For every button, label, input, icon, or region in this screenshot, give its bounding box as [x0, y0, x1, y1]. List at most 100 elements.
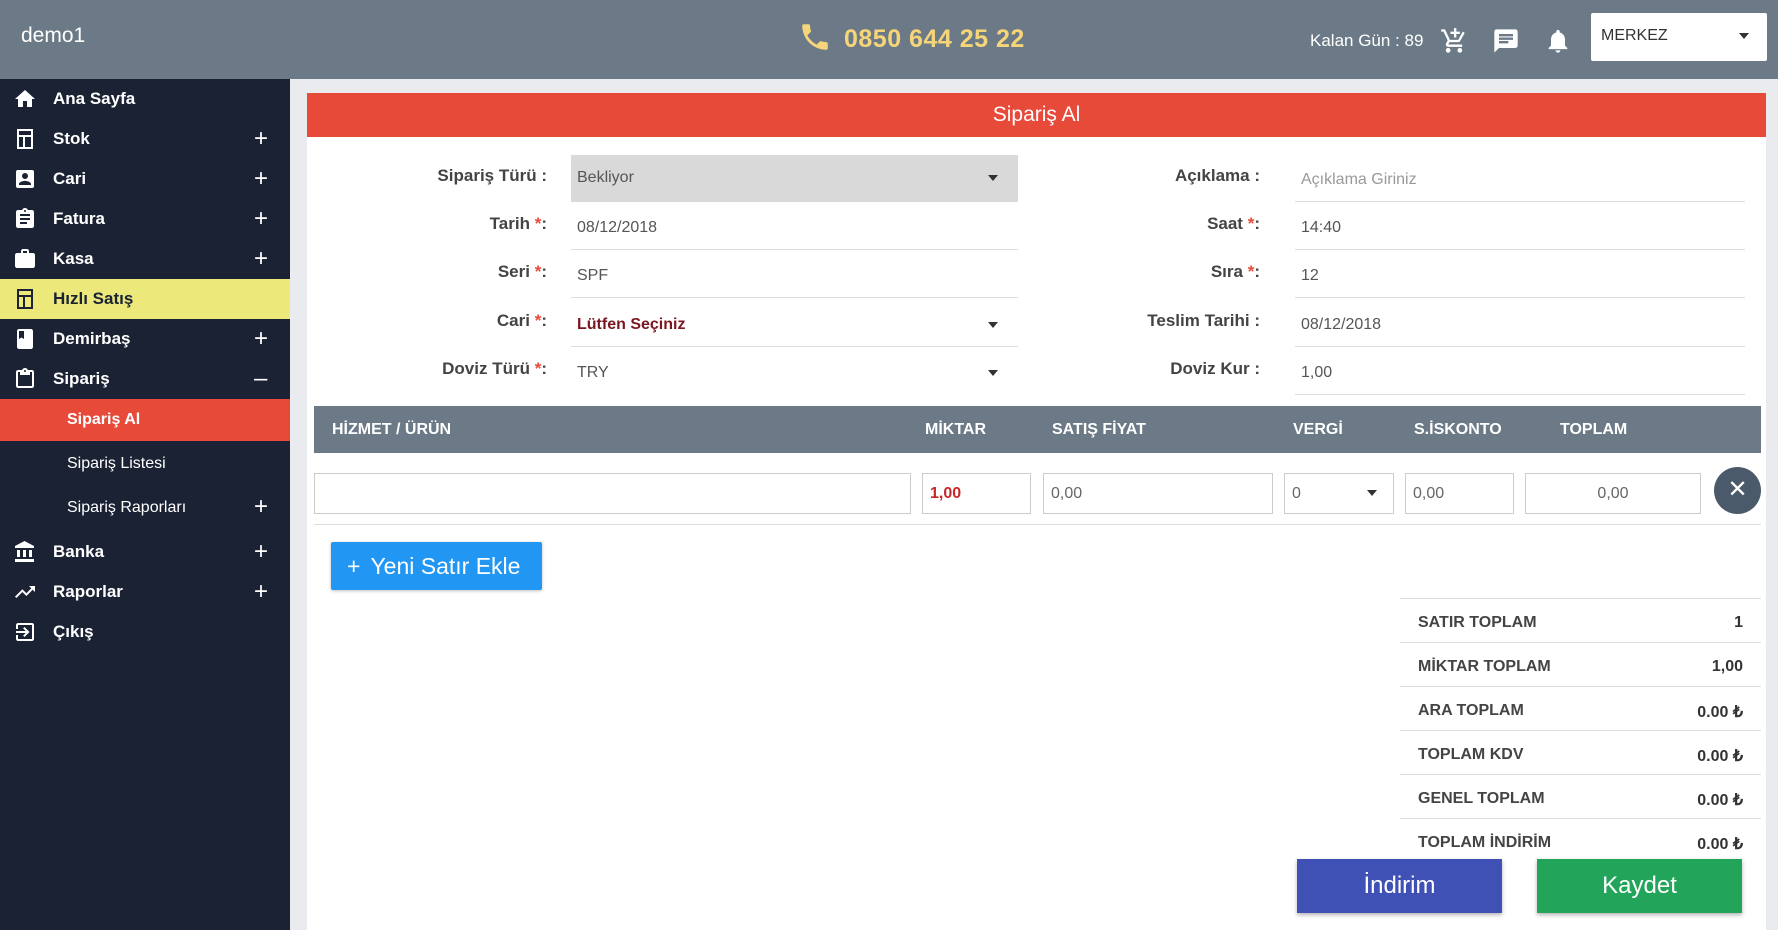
row-divider — [314, 524, 1761, 525]
account-value: Lütfen Seçiniz — [577, 316, 686, 333]
cart-icon[interactable] — [1440, 27, 1468, 55]
sidebar-item-stok[interactable]: Stok + — [0, 119, 290, 159]
time-field[interactable]: 14:40 — [1295, 205, 1745, 250]
col-header-discount: S.İSKONTO — [1414, 421, 1502, 438]
sequence-field[interactable]: 12 — [1295, 253, 1745, 298]
sidebar-subitem-siparis-al[interactable]: Sipariş Al — [0, 399, 290, 441]
sidebar-item-fatura[interactable]: Fatura + — [0, 199, 290, 239]
order-panel: Sipariş Al Sipariş Türü : Tarih *: Seri … — [307, 93, 1766, 930]
tax-select[interactable]: 0 — [1284, 473, 1394, 514]
message-icon[interactable] — [1492, 27, 1520, 55]
phone-number: 0850 644 25 22 — [844, 25, 1025, 53]
sidebar-subitem-label: Sipariş Listesi — [67, 455, 166, 472]
description-label: Açıklama : — [1174, 166, 1260, 185]
sidebar-subitem-label: Sipariş Raporları — [67, 499, 187, 516]
expand-icon[interactable]: + — [254, 578, 268, 606]
briefcase-icon — [12, 247, 38, 271]
brand-name[interactable]: demo1 — [21, 24, 85, 48]
expand-icon[interactable]: + — [254, 125, 268, 153]
expand-icon[interactable]: + — [254, 245, 268, 273]
sidebar-item-label: Raporlar — [53, 582, 123, 601]
clipboard-icon — [12, 367, 38, 391]
sidebar-item-hizli-satis[interactable]: Hızlı Satış — [0, 279, 290, 319]
calculator-icon — [12, 287, 38, 311]
tax-value: 0 — [1292, 485, 1301, 502]
remove-row-button[interactable]: ✕ — [1714, 467, 1761, 514]
collapse-icon[interactable]: – — [254, 365, 267, 393]
summary-label: TOPLAM KDV — [1418, 746, 1524, 763]
summary-label: SATIR TOPLAM — [1418, 614, 1537, 631]
sidebar-item-demirbas[interactable]: Demirbaş + — [0, 319, 290, 359]
expand-icon[interactable]: + — [254, 165, 268, 193]
col-header-total: TOPLAM — [1560, 421, 1628, 438]
chevron-down-icon — [988, 322, 998, 328]
plus-icon: + — [347, 552, 361, 579]
description-input[interactable]: Açıklama Giriniz — [1295, 157, 1745, 202]
add-row-button[interactable]: + Yeni Satır Ekle — [331, 542, 542, 590]
stock-icon — [12, 127, 38, 151]
expand-icon[interactable]: + — [254, 325, 268, 353]
branch-select[interactable]: MERKEZ — [1591, 13, 1767, 61]
exchange-rate-field[interactable]: 1,00 — [1295, 350, 1745, 395]
discount-button[interactable]: İndirim — [1297, 859, 1502, 913]
branch-value: MERKEZ — [1601, 27, 1668, 44]
sidebar-item-label: Cari — [53, 169, 87, 188]
sidebar-item-kasa[interactable]: Kasa + — [0, 239, 290, 279]
delivery-date-field[interactable]: 08/12/2018 — [1295, 302, 1745, 347]
summary-value: 0.00 ₺ — [1697, 748, 1743, 765]
bank-icon — [12, 540, 38, 564]
currency-select[interactable]: TRY — [571, 350, 1018, 395]
summary-row: GENEL TOPLAM 0.00 ₺ — [1400, 774, 1761, 818]
col-header-price: SATIŞ FİYAT — [1052, 421, 1146, 438]
sidebar-item-label: Kasa — [53, 249, 94, 268]
col-header-product: HİZMET / ÜRÜN — [332, 421, 452, 438]
sidebar-item-label: Stok — [53, 129, 90, 148]
summary-value: 1,00 — [1711, 658, 1743, 675]
order-type-value: Bekliyor — [577, 169, 634, 186]
summary-label: TOPLAM İNDİRİM — [1418, 834, 1552, 851]
expand-icon[interactable]: + — [254, 493, 268, 521]
sidebar-item-banka[interactable]: Banka + — [0, 532, 290, 572]
quantity-input[interactable]: 1,00 — [922, 473, 1031, 514]
currency-value: TRY — [577, 364, 609, 381]
sidebar-item-ana-sayfa[interactable]: Ana Sayfa — [0, 79, 290, 119]
price-input[interactable]: 0,00 — [1043, 473, 1273, 514]
sidebar-item-label: Demirbaş — [53, 329, 131, 348]
expand-icon[interactable]: + — [254, 538, 268, 566]
series-label: Seri *: — [497, 262, 547, 281]
row-total-field: 0,00 — [1525, 473, 1701, 514]
sidebar-item-siparis[interactable]: Sipariş – — [0, 359, 290, 399]
sidebar-item-label: Banka — [53, 542, 105, 561]
summary-label: MİKTAR TOPLAM — [1418, 658, 1551, 675]
sidebar-subitem-siparis-listesi[interactable]: Sipariş Listesi — [0, 443, 290, 485]
remaining-days: Kalan Gün : 89 — [1310, 31, 1424, 50]
summary-label: ARA TOPLAM — [1418, 702, 1524, 719]
sidebar: Ana Sayfa Stok + Cari + Fatura + Kasa + … — [0, 79, 290, 930]
order-type-select[interactable]: Bekliyor — [571, 155, 1018, 202]
bell-icon[interactable] — [1544, 27, 1572, 55]
summary-value: 1 — [1734, 614, 1743, 631]
sidebar-item-cari[interactable]: Cari + — [0, 159, 290, 199]
close-icon: ✕ — [1727, 476, 1748, 503]
expand-icon[interactable]: + — [254, 205, 268, 233]
sidebar-subitem-label: Sipariş Al — [67, 411, 141, 428]
series-field[interactable]: SPF — [571, 253, 1018, 298]
sidebar-item-cikis[interactable]: Çıkış — [0, 612, 290, 652]
product-input[interactable] — [314, 473, 911, 514]
sidebar-item-label: Fatura — [53, 209, 105, 228]
summary-row: TOPLAM KDV 0.00 ₺ — [1400, 730, 1761, 774]
summary-row: MİKTAR TOPLAM 1,00 — [1400, 642, 1761, 686]
col-header-tax: VERGİ — [1293, 421, 1343, 438]
invoice-icon — [12, 207, 38, 231]
discount-input[interactable]: 0,00 — [1405, 473, 1514, 514]
account-icon — [12, 167, 38, 191]
sidebar-item-label: Hızlı Satış — [53, 289, 134, 308]
sidebar-subitem-siparis-raporlari[interactable]: Sipariş Raporları + — [0, 487, 290, 529]
currency-label: Doviz Türü *: — [442, 359, 547, 378]
account-select[interactable]: Lütfen Seçiniz — [571, 302, 1018, 347]
date-field[interactable]: 08/12/2018 — [571, 205, 1018, 250]
sidebar-item-raporlar[interactable]: Raporlar + — [0, 572, 290, 612]
save-button[interactable]: Kaydet — [1537, 859, 1742, 913]
account-label: Cari *: — [496, 311, 547, 330]
col-header-quantity: MİKTAR — [925, 421, 987, 438]
